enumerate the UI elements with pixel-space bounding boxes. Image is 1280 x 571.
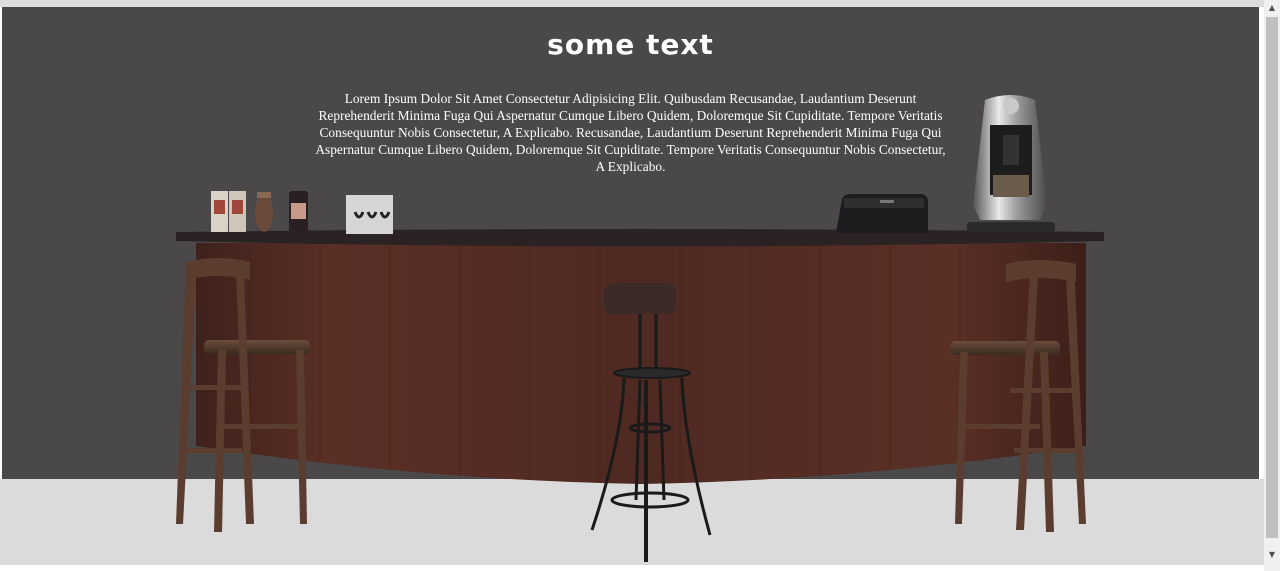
intro-paragraph: Lorem Ipsum Dolor Sit Amet Consectetur A…	[315, 91, 946, 174]
page-viewport: some text Lorem Ipsum Dolor Sit Amet Con…	[0, 0, 1280, 571]
scroll-up-arrow-icon[interactable]: ▲	[1264, 0, 1280, 16]
page-title: some text	[547, 28, 714, 61]
bottle-icon	[289, 191, 308, 232]
jar-icon	[255, 192, 273, 232]
scrollbar-thumb[interactable]	[1266, 17, 1278, 538]
capsule-pack-icon	[346, 195, 393, 234]
coffee-cups-icon	[211, 191, 246, 232]
espresso-machine-icon	[967, 95, 1055, 232]
vertical-scrollbar[interactable]: ▲ ▼	[1264, 0, 1280, 571]
scroll-down-arrow-icon[interactable]: ▼	[1264, 547, 1280, 563]
coffee-bar-scene	[176, 95, 1104, 562]
cash-register-icon	[836, 194, 928, 233]
